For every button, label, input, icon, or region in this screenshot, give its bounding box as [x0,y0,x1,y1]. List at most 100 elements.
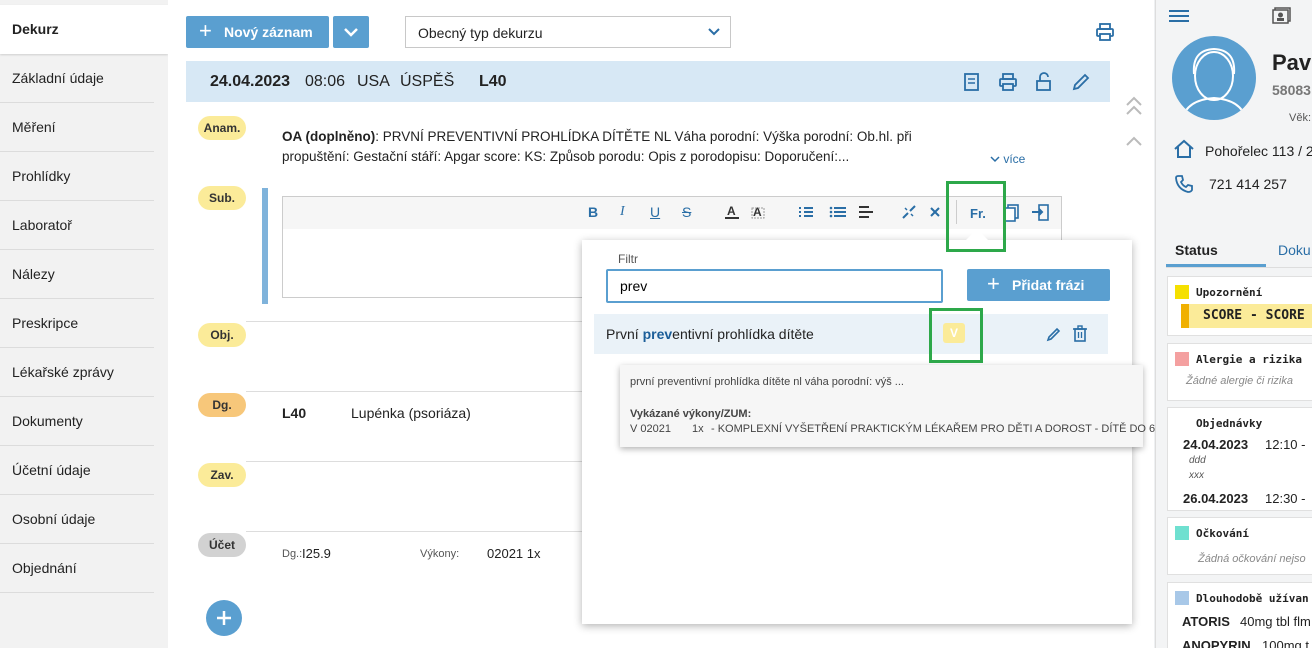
order1-note2: xxx [1189,470,1204,481]
record-header: 24.04.2023 08:06 USA ÚSPĚŠ L40 [186,61,1110,102]
active-section-marker [262,188,268,304]
more-label: více [1003,152,1026,166]
order1-note1: ddd [1189,455,1206,466]
new-record-button[interactable]: + Nový záznam [186,16,329,48]
nav-item-laborator[interactable]: Laboratoř [0,201,154,250]
nav-item-dokumenty[interactable]: Dokumenty [0,397,154,446]
meds-title: Dlouhodobě užívan [1196,592,1309,605]
account-procedures-value: 02021 1x [487,546,541,561]
nav-item-prohlidky[interactable]: Prohlídky [0,152,154,201]
patient-panel: Pave 58083 Věk: 64 Pohořelec 113 / 2 721… [1155,0,1312,648]
zav-badge: Zav. [198,463,246,487]
highlight-box-indicator [929,308,983,363]
home-icon [1174,139,1194,158]
sub-badge: Sub. [198,186,246,210]
tooltip-preview-text: první preventivní prohlídka dítěte nl vá… [630,376,904,388]
chevron-down-icon [344,28,358,37]
scroll-to-top-icon[interactable] [1125,96,1143,118]
order1-date[interactable]: 24.04.2023 [1183,437,1248,452]
printer-icon[interactable] [998,72,1018,92]
insert-document-icon[interactable] [1031,204,1049,221]
phrase-result-row[interactable]: První preventivní prohlídka dítěte V [594,314,1108,354]
phrase-tooltip: první preventivní prohlídka dítěte nl vá… [620,365,1178,447]
record-status: ÚSPĚŠ [400,73,455,90]
warnings-card: Upozornění SCORE - SCORE [1167,276,1312,336]
nav-item-lekarske-zpravy[interactable]: Lékařské zprávy [0,348,154,397]
anamnesis-line1: : PRVNÍ PREVENTIVNÍ PROHLÍDKA DÍTĚTE NL … [375,129,912,144]
account-dg-value: I25.9 [302,546,331,561]
pencil-icon[interactable] [1071,72,1091,92]
highlight-box-phrases-button [946,181,1006,252]
anamnesis-line2: propuštění: Gestační stáří: Apgar score:… [282,149,850,164]
new-record-dropdown-button[interactable] [333,16,369,48]
nav-item-preskripce[interactable]: Preskripce [0,299,154,348]
tab-status[interactable]: Status [1175,242,1218,258]
bullet-list-icon[interactable] [829,205,847,219]
pencil-icon[interactable] [1046,326,1062,342]
phrase-text-after: entivní prohlídka dítěte [672,326,814,342]
dekurz-type-select[interactable]: Obecný typ dekurzu [405,16,731,48]
nav-item-objednani[interactable]: Objednání [0,544,154,593]
add-phrase-button[interactable]: + Přidat frázi [967,269,1110,301]
printer-icon[interactable] [1095,22,1115,42]
align-left-icon[interactable] [858,205,874,219]
record-date: 24.04.2023 [210,73,291,90]
highlight-icon[interactable]: A [750,204,766,220]
dekurz-type-value: Obecný typ dekurzu [418,25,543,41]
new-record-label: Nový záznam [224,24,313,40]
tab-divider [1166,267,1312,268]
bold-button[interactable]: B [588,204,598,220]
italic-button[interactable]: I [620,204,625,220]
warnings-title: Upozornění [1196,286,1263,299]
patient-phone: 721 414 257 [1209,176,1287,192]
nav-item-dekurz[interactable]: Dekurz [0,5,168,54]
nav-item-ucetni-udaje[interactable]: Účetní údaje [0,446,154,495]
more-link[interactable]: více [990,152,1025,166]
vaccinations-title: Očkování [1196,527,1249,540]
note-icon[interactable] [963,72,981,92]
chevron-down-icon [990,156,1000,163]
warning-item[interactable]: SCORE - SCORE [1181,304,1312,328]
record-user: USA [357,73,390,90]
account-procedures-label: Výkony: [420,548,460,560]
patient-birth-number: 58083 [1272,82,1311,98]
patient-card-icon[interactable] [1272,7,1292,25]
nav-item-nalezy[interactable]: Nálezy [0,250,154,299]
ucet-badge: Účet [198,533,246,557]
phrase-text-match: prev [642,326,673,342]
numbered-list-icon[interactable] [798,205,814,219]
nav-item-osobni-udaje[interactable]: Osobní údaje [0,495,154,544]
chevron-down-icon [708,28,720,36]
tooltip-procedure-description: - KOMPLEXNÍ VYŠETŘENÍ PRAKTICKÝM LÉKAŘEM… [711,423,1179,435]
scroll-up-icon[interactable] [1125,135,1143,147]
nav-item-zakladni-udaje[interactable]: Základní údaje [0,54,154,103]
strikethrough-button[interactable]: S [682,204,691,220]
meds-color-marker [1175,591,1189,605]
tooltip-procedures-title: Vykázané výkony/ZUM: [630,408,752,420]
anamnesis-heading: OA (doplněno) [282,129,376,144]
filter-input[interactable] [606,269,943,303]
order2-time: 12:30 - [1265,491,1306,506]
unlink-icon[interactable] [901,204,917,220]
add-section-button[interactable] [206,600,242,636]
document-copy-icon[interactable] [1004,204,1020,222]
trash-icon[interactable] [1072,325,1088,342]
record-time: 08:06 [305,73,346,90]
nav-item-mereni[interactable]: Měření [0,103,154,152]
order1-time: 12:10 - [1265,437,1306,452]
plus-icon: + [199,18,212,43]
hamburger-menu-icon[interactable] [1169,9,1189,23]
plus-icon [217,611,231,625]
editor-toolbar [283,197,1061,229]
allergies-empty-text: Žádné alergie či rizika [1186,375,1293,387]
tooltip-procedure-code: V 02021 [630,423,671,435]
clear-format-icon[interactable] [929,206,941,218]
med2-dose: 100mg t [1262,638,1309,648]
tab-documents[interactable]: Doku [1278,242,1311,258]
allergies-color-marker [1175,352,1189,366]
font-color-icon[interactable]: A [724,204,740,220]
warnings-color-marker [1175,285,1189,299]
order2-date[interactable]: 26.04.2023 [1183,491,1248,506]
underline-button[interactable]: U [650,204,660,220]
unlock-icon[interactable] [1034,72,1054,92]
